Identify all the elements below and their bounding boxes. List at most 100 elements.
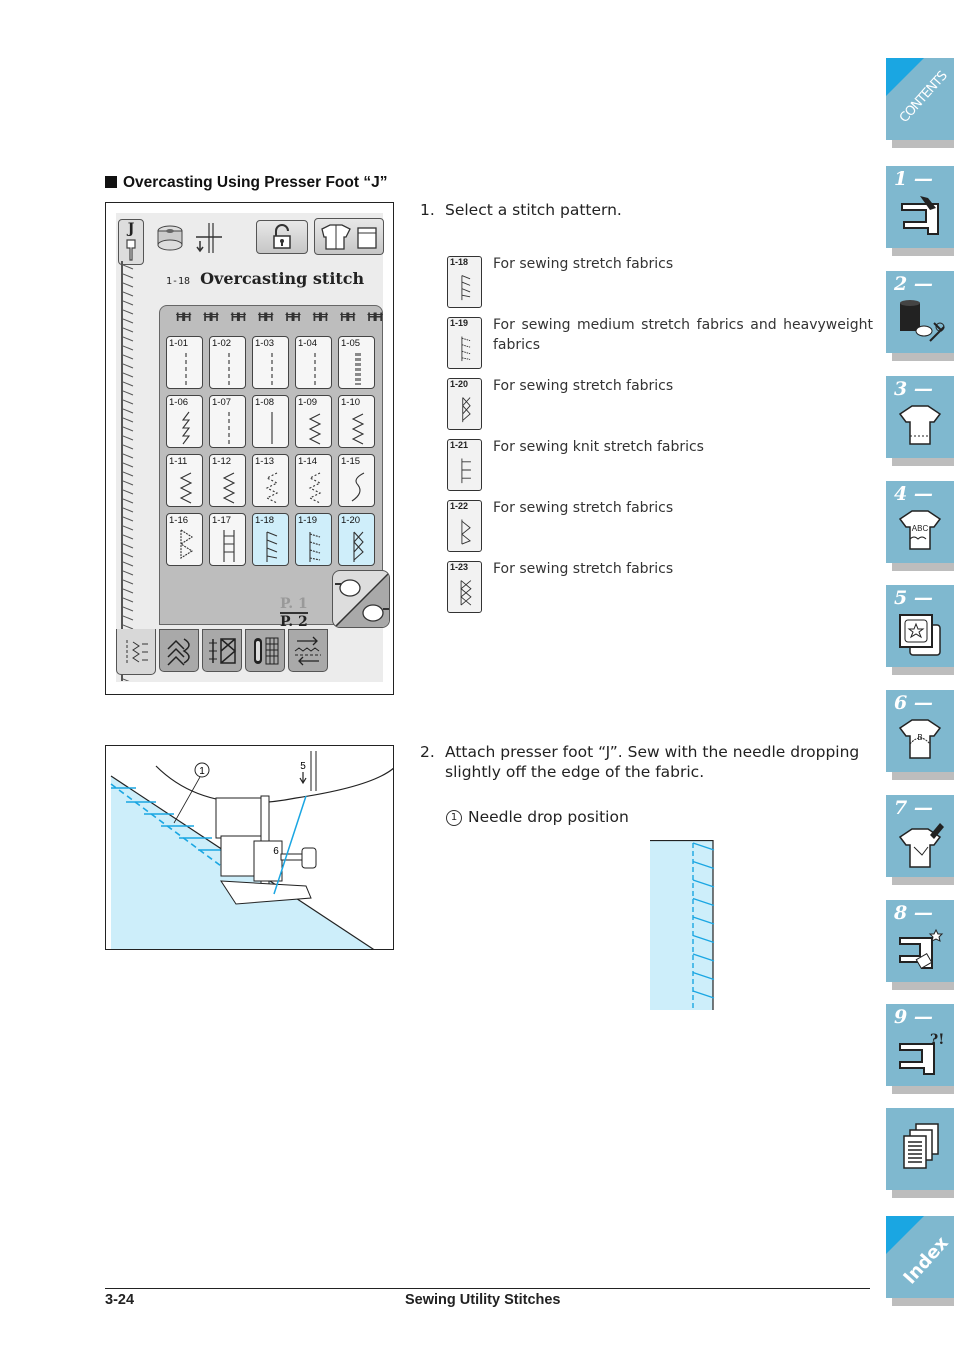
footer-rule — [105, 1288, 870, 1289]
sidebar-tab-chapter-8[interactable]: 8 — — [886, 900, 954, 990]
presser-foot-indicator[interactable]: J — [118, 219, 144, 265]
sidebar-tab-chapter-7[interactable]: 7 — — [886, 795, 954, 885]
pattern-button-1-11[interactable]: 1-11 — [166, 454, 203, 507]
stitch-glyph-icon — [309, 532, 321, 562]
stitch-glyph-icon — [355, 353, 361, 385]
pattern-button-1-09[interactable]: 1-09 — [295, 395, 332, 448]
category-tab-character[interactable] — [159, 629, 199, 672]
stitch-glyph-icon — [271, 353, 273, 385]
pattern-icon-1-21: 1-21 — [447, 439, 482, 491]
sidebar-tab-label: 6 — — [894, 692, 933, 714]
lcd-screen-illustration: J 1-18 Overcasting stitch ĦĦ ĦĦ ĦĦ ĦĦ ĦĦ ĦĦ ĦĦ Ħ… — [105, 202, 394, 695]
tab-corner-accent — [886, 1216, 924, 1254]
pattern-code: 1-12 — [212, 456, 232, 467]
sidebar-tab-chapter-1[interactable]: 1 — — [886, 166, 954, 256]
category-tabs — [116, 629, 328, 675]
pattern-icon-1-19: 1-19 — [447, 317, 482, 369]
stitch-glyph-icon — [223, 530, 235, 562]
pattern-code: 1-09 — [298, 397, 318, 408]
pattern-button-1-10[interactable]: 1-10 — [338, 395, 375, 448]
hook-decoration-icon: ĦĦ — [203, 310, 218, 324]
pattern-code: 1-08 — [255, 397, 275, 408]
stitch-glyph-icon — [308, 472, 322, 504]
hook-decoration-icon: ĦĦ — [340, 310, 355, 324]
pattern-button-1-18[interactable]: 1-18 — [252, 513, 289, 566]
foot-marking: 6 — [273, 846, 279, 857]
buttonhole-stitch-category-icon — [254, 637, 279, 664]
page-number: 3-24 — [105, 1292, 135, 1308]
pattern-button-1-13[interactable]: 1-13 — [252, 454, 289, 507]
pattern-description: For sewing stretch fabrics — [493, 561, 674, 577]
sidebar-tab-chapter-6[interactable]: 6 — B — [886, 690, 954, 780]
svg-text:?!: ?! — [930, 1032, 944, 1048]
pattern-code: 1-19 — [450, 318, 469, 328]
decorative-stitch-category-icon — [209, 637, 237, 664]
pattern-button-1-17[interactable]: 1-17 — [209, 513, 246, 566]
pattern-code: 1-13 — [255, 456, 275, 467]
machine-troubleshoot-icon: ?! — [899, 1032, 944, 1075]
pattern-button-1-01[interactable]: 1-01 — [166, 336, 203, 389]
sidebar-tab-contents[interactable]: CONTENTS — [886, 58, 954, 148]
pattern-button-1-02[interactable]: 1-02 — [209, 336, 246, 389]
presser-foot-icon — [126, 239, 136, 261]
stitch-glyph-icon — [266, 531, 278, 562]
section-title: Overcasting Using Presser Foot “J” — [123, 174, 388, 191]
stitch-glyph-icon — [185, 353, 187, 385]
sidebar-tab-chapter-5[interactable]: 5 — — [886, 585, 954, 675]
pattern-code: 1-07 — [212, 397, 232, 408]
sidebar-tab-chapter-3[interactable]: 3 — — [886, 376, 954, 466]
thread-spool-scissors-icon — [900, 300, 945, 342]
pattern-button-1-03[interactable]: 1-03 — [252, 336, 289, 389]
pattern-code: 1-02 — [212, 338, 232, 349]
sidebar-tab-label: 2 — — [894, 273, 933, 295]
needle-position-label: 5 — [300, 761, 306, 772]
stitch-glyph-icon — [462, 397, 471, 423]
stitch-glyph-icon — [461, 458, 471, 484]
lock-button[interactable] — [256, 220, 308, 254]
stitch-glyph-icon — [461, 336, 471, 362]
category-tab-decorative[interactable] — [202, 629, 242, 672]
selected-stitch-code: 1-18 — [166, 276, 191, 287]
pattern-button-1-12[interactable]: 1-12 — [209, 454, 246, 507]
sidebar-tab-appendix[interactable] — [886, 1108, 954, 1198]
pattern-code: 1-06 — [169, 397, 189, 408]
pattern-code: 1-03 — [255, 338, 275, 349]
pattern-button-1-06[interactable]: 1-06 — [166, 395, 203, 448]
stitch-glyph-icon — [179, 528, 194, 560]
garment-settings-button[interactable] — [314, 218, 384, 255]
pattern-button-1-14[interactable]: 1-14 — [295, 454, 332, 507]
sidebar-tab-index[interactable]: Index — [886, 1216, 954, 1306]
pattern-code: 1-21 — [450, 440, 469, 450]
pattern-button-1-07[interactable]: 1-07 — [209, 395, 246, 448]
pattern-button-1-20[interactable]: 1-20 — [338, 513, 375, 566]
pattern-code: 1-20 — [341, 515, 361, 526]
presser-foot-label: J — [127, 221, 135, 237]
pattern-button-1-04[interactable]: 1-04 — [295, 336, 332, 389]
fabric-edge-ruler — [121, 261, 141, 684]
pattern-description: For sewing knit stretch fabrics — [493, 439, 704, 455]
sidebar-tab-chapter-2[interactable]: 2 — — [886, 271, 954, 361]
svg-text:B: B — [917, 733, 922, 742]
category-tab-buttonhole[interactable] — [245, 629, 285, 672]
category-tab-direction[interactable] — [288, 629, 328, 672]
sidebar-tab-label: 5 — — [894, 587, 933, 609]
sidebar-tab-label: 8 — — [894, 902, 933, 924]
pattern-button-1-16[interactable]: 1-16 — [166, 513, 203, 566]
pattern-button-1-05[interactable]: 1-05 — [338, 336, 375, 389]
machine-maintenance-icon — [899, 928, 944, 970]
category-tab-utility[interactable] — [116, 629, 156, 675]
utility-stitch-category-icon — [126, 639, 148, 664]
stitch-glyph-icon — [181, 411, 191, 445]
pattern-button-1-19[interactable]: 1-19 — [295, 513, 332, 566]
callout-text: Needle drop position — [468, 808, 629, 826]
page-navigation-button[interactable] — [332, 570, 390, 628]
stitch-glyph-icon — [228, 412, 230, 444]
pattern-code: 1-19 — [298, 515, 318, 526]
sidebar-tab-chapter-9[interactable]: 9 —?! — [886, 1004, 954, 1094]
sidebar-tab-chapter-4[interactable]: 4 — ABC — [886, 481, 954, 571]
lcd-panel: J 1-18 Overcasting stitch ĦĦ ĦĦ ĦĦ ĦĦ ĦĦ ĦĦ ĦĦ Ħ… — [116, 213, 390, 684]
pattern-button-1-08[interactable]: 1-08 — [252, 395, 289, 448]
bullet-square-icon — [105, 176, 117, 188]
pattern-button-1-15[interactable]: 1-15 — [338, 454, 375, 507]
step-number: 1. — [420, 201, 435, 219]
